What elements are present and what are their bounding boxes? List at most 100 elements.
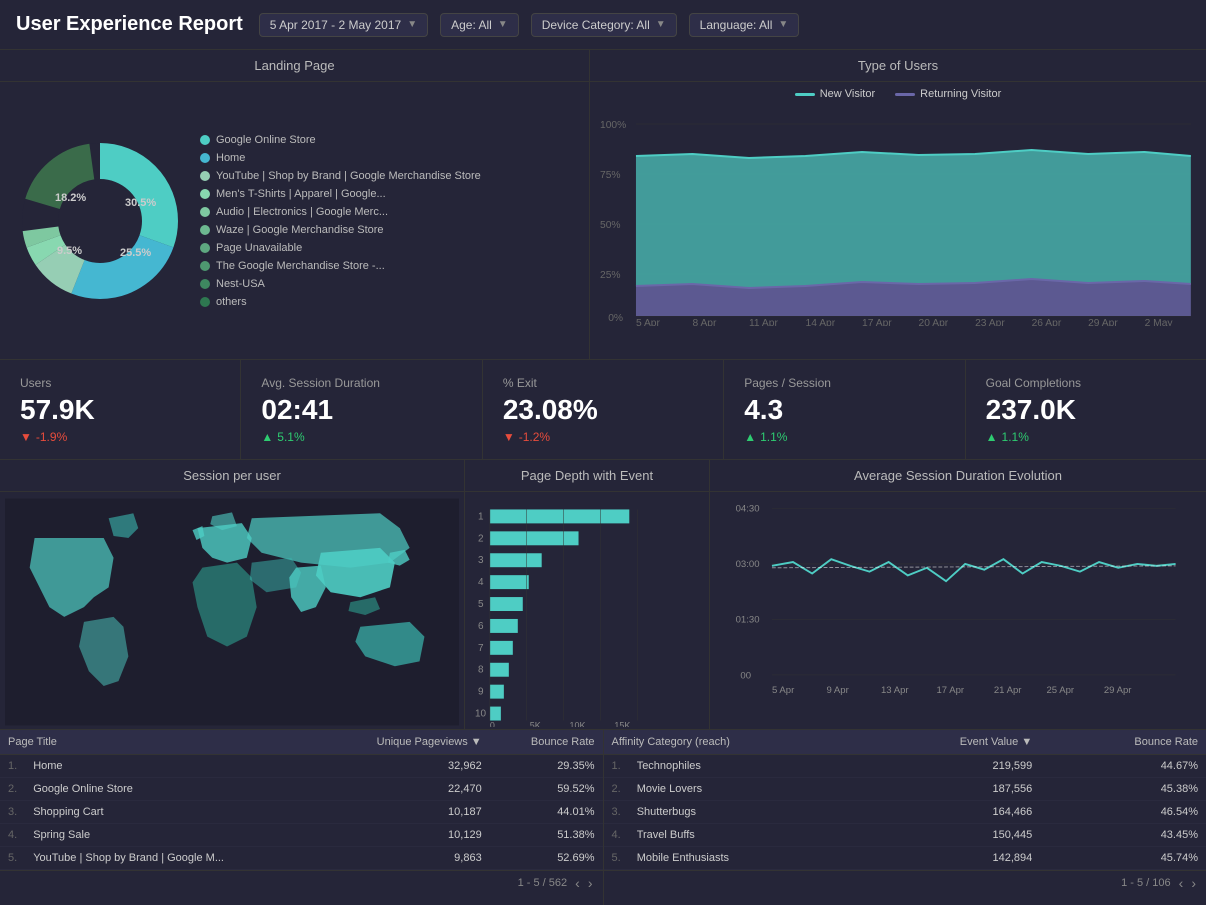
page-depth-content: 1 2 3 4 5 6 7 8 9 10 xyxy=(465,492,709,732)
svg-text:01:30: 01:30 xyxy=(736,614,760,625)
kpi-pages-value: 4.3 xyxy=(744,394,944,426)
row-num: 3. xyxy=(604,801,629,824)
svg-text:25 Apr: 25 Apr xyxy=(1046,685,1074,696)
legend-label-5: Audio | Electronics | Google Merc... xyxy=(216,206,388,218)
kpi-users-change: ▼ -1.9% xyxy=(20,430,220,444)
svg-text:5 Apr: 5 Apr xyxy=(772,685,795,696)
right-table-col-event[interactable]: Event Value ▼ xyxy=(856,730,1040,755)
pageviews-cell: 32,962 xyxy=(318,755,490,778)
svg-text:14 Apr: 14 Apr xyxy=(806,318,836,326)
table-row: 2. Movie Lovers 187,556 45.38% xyxy=(604,778,1206,801)
age-label: Age: All xyxy=(451,18,492,32)
header-filters: 5 Apr 2017 - 2 May 2017 ▼ Age: All ▼ Dev… xyxy=(259,13,1190,37)
legend-dot-9 xyxy=(200,279,210,289)
svg-text:00: 00 xyxy=(740,671,751,682)
table-row: 4. Travel Buffs 150,445 43.45% xyxy=(604,824,1206,847)
landing-page-title: Landing Page xyxy=(0,50,589,82)
bounce-cell: 45.74% xyxy=(1040,847,1206,870)
left-table-col-pageviews[interactable]: Unique Pageviews ▼ xyxy=(318,730,490,755)
kpi-exit: % Exit 23.08% ▼ -1.2% xyxy=(483,360,724,459)
svg-text:13 Apr: 13 Apr xyxy=(881,685,909,696)
left-table-col-title: Page Title xyxy=(0,730,318,755)
svg-text:29 Apr: 29 Apr xyxy=(1088,318,1118,326)
left-table-next[interactable]: › xyxy=(588,875,593,891)
page-depth-panel: Page Depth with Event 1 2 3 4 5 6 7 8 9 … xyxy=(465,460,710,729)
svg-text:03:00: 03:00 xyxy=(736,559,760,570)
new-visitor-label: New Visitor xyxy=(820,88,875,100)
page-title-cell: Home xyxy=(25,755,318,778)
row3: Session per user xyxy=(0,460,1206,730)
avg-session-title: Average Session Duration Evolution xyxy=(710,460,1206,492)
bounce-cell: 44.01% xyxy=(490,801,603,824)
landing-page-panel: Landing Page xyxy=(0,50,590,359)
svg-text:9 Apr: 9 Apr xyxy=(826,685,849,696)
left-table: Page Title Unique Pageviews ▼ Bounce Rat… xyxy=(0,730,603,870)
svg-text:6: 6 xyxy=(478,621,484,632)
page-title-cell: Spring Sale xyxy=(25,824,318,847)
kpi-goals-label: Goal Completions xyxy=(986,376,1186,390)
kpi-exit-label: % Exit xyxy=(503,376,703,390)
age-filter[interactable]: Age: All ▼ xyxy=(440,13,519,37)
svg-text:17 Apr: 17 Apr xyxy=(936,685,964,696)
kpi-exit-change-arrow: ▼ xyxy=(503,430,515,444)
legend-dot-7 xyxy=(200,243,210,253)
avg-session-chart: 04:30 03:00 01:30 00 5 Apr 9 Apr 13 Apr … xyxy=(720,497,1196,717)
row4: Page Title Unique Pageviews ▼ Bounce Rat… xyxy=(0,730,1206,905)
svg-text:8 Apr: 8 Apr xyxy=(692,318,717,326)
row-num: 1. xyxy=(604,755,629,778)
svg-text:29 Apr: 29 Apr xyxy=(1104,685,1132,696)
new-visitor-legend: New Visitor xyxy=(795,88,875,100)
legend-label-6: Waze | Google Merchandise Store xyxy=(216,224,384,236)
date-range-filter[interactable]: 5 Apr 2017 - 2 May 2017 ▼ xyxy=(259,13,428,37)
svg-text:10K: 10K xyxy=(570,720,586,727)
kpi-goals-change-arrow: ▲ xyxy=(986,430,998,444)
table-row: 3. Shopping Cart 10,187 44.01% xyxy=(0,801,603,824)
kpi-exit-change: ▼ -1.2% xyxy=(503,430,703,444)
kpi-goals-change-value: 1.1% xyxy=(1002,430,1029,444)
landing-page-legend: Google Online Store Home YouTube | Shop … xyxy=(200,134,579,308)
svg-text:7: 7 xyxy=(478,643,484,654)
right-table-next[interactable]: › xyxy=(1191,875,1196,891)
kpi-session: Avg. Session Duration 02:41 ▲ 5.1% xyxy=(241,360,482,459)
row-num: 5. xyxy=(604,847,629,870)
page-title-cell: Google Online Store xyxy=(25,778,318,801)
legend-item: Page Unavailable xyxy=(200,242,579,254)
svg-text:5 Apr: 5 Apr xyxy=(636,318,661,326)
svg-text:8: 8 xyxy=(478,665,484,676)
legend-label-9: Nest-USA xyxy=(216,278,265,290)
legend-item: Waze | Google Merchandise Store xyxy=(200,224,579,236)
kpi-row: Users 57.9K ▼ -1.9% Avg. Session Duratio… xyxy=(0,360,1206,460)
right-table-prev[interactable]: ‹ xyxy=(1179,875,1184,891)
kpi-users-change-arrow: ▼ xyxy=(20,430,32,444)
legend-label-8: The Google Merchandise Store -... xyxy=(216,260,385,272)
legend-label-4: Men's T-Shirts | Apparel | Google... xyxy=(216,188,386,200)
kpi-pages-change-value: 1.1% xyxy=(760,430,787,444)
svg-text:11 Apr: 11 Apr xyxy=(749,318,779,326)
type-users-panel: Type of Users New Visitor Returning Visi… xyxy=(590,50,1206,359)
page-depth-title: Page Depth with Event xyxy=(465,460,709,492)
header: User Experience Report 5 Apr 2017 - 2 Ma… xyxy=(0,0,1206,50)
bounce-cell: 43.45% xyxy=(1040,824,1206,847)
table-row: 2. Google Online Store 22,470 59.52% xyxy=(0,778,603,801)
kpi-session-value: 02:41 xyxy=(261,394,461,426)
device-filter[interactable]: Device Category: All ▼ xyxy=(531,13,677,37)
legend-dot-6 xyxy=(200,225,210,235)
svg-text:20 Apr: 20 Apr xyxy=(919,318,949,326)
kpi-pages-label: Pages / Session xyxy=(744,376,944,390)
legend-item: Nest-USA xyxy=(200,278,579,290)
returning-visitor-line xyxy=(895,93,915,96)
legend-item: Audio | Electronics | Google Merc... xyxy=(200,206,579,218)
avg-session-panel: Average Session Duration Evolution 04:30… xyxy=(710,460,1206,729)
language-filter[interactable]: Language: All ▼ xyxy=(689,13,800,37)
left-table-prev[interactable]: ‹ xyxy=(575,875,580,891)
left-table-pagination: 1 - 5 / 562 xyxy=(518,877,568,889)
legend-label-10: others xyxy=(216,296,247,308)
kpi-users-change-value: -1.9% xyxy=(36,430,67,444)
language-label: Language: All xyxy=(700,18,773,32)
legend-item: Men's T-Shirts | Apparel | Google... xyxy=(200,188,579,200)
world-map-svg xyxy=(5,497,459,727)
legend-label-1: Google Online Store xyxy=(216,134,316,146)
row-num: 2. xyxy=(0,778,25,801)
svg-text:17 Apr: 17 Apr xyxy=(862,318,892,326)
kpi-pages-change: ▲ 1.1% xyxy=(744,430,944,444)
